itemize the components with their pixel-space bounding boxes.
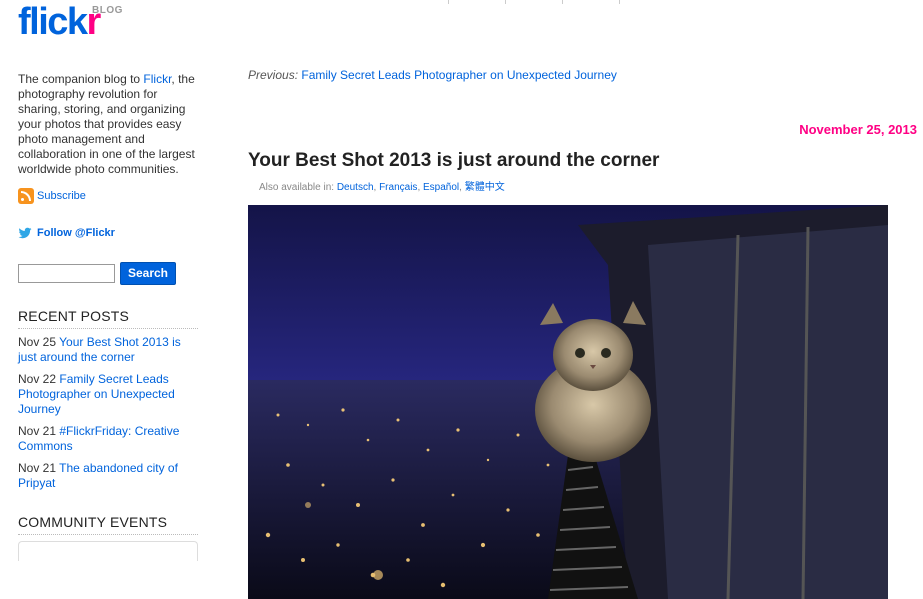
language-links: Also available in: Deutsch, Français, Es…: [259, 182, 505, 193]
post-title[interactable]: Your Best Shot 2013 is just around the c…: [248, 150, 659, 172]
rss-icon: [18, 188, 34, 204]
photo-illustration: [248, 205, 888, 599]
search-input[interactable]: [18, 263, 115, 283]
list-item: Nov 22 Family Secret Leads Photographer …: [18, 372, 175, 416]
subscribe-link[interactable]: Subscribe: [18, 187, 200, 205]
top-nav: [420, 0, 923, 4]
language-link-espanol[interactable]: Español: [423, 182, 459, 193]
top-nav-link[interactable]: [420, 0, 449, 4]
sidebar: The companion blog to Flickr, the photog…: [18, 72, 200, 561]
search-form: Search: [18, 261, 200, 285]
list-item: Nov 21 The abandoned city of Pripyat: [18, 461, 178, 490]
follow-label: Follow @Flickr: [37, 226, 115, 239]
language-link-chinese[interactable]: 繁體中文: [465, 182, 505, 193]
post-date: November 25, 2013: [799, 122, 917, 137]
recent-posts-list: Nov 25 Your Best Shot 2013 is just aroun…: [18, 335, 200, 491]
search-button[interactable]: Search: [120, 261, 176, 285]
recent-posts-heading: RECENT POSTS: [18, 309, 198, 329]
top-nav-link[interactable]: [477, 0, 506, 4]
previous-post-nav: Previous: Family Secret Leads Photograph…: [248, 68, 617, 82]
community-events-box: [18, 541, 198, 561]
hero-photo-cat-on-railing[interactable]: [248, 205, 888, 599]
logo-text: flick: [18, 1, 88, 43]
top-nav-link[interactable]: [591, 0, 620, 4]
language-link-francais[interactable]: Français: [379, 182, 417, 193]
previous-post-link[interactable]: Family Secret Leads Photographer on Unex…: [301, 68, 617, 82]
twitter-bird-icon: [18, 226, 32, 240]
list-item: Nov 21 #FlickrFriday: Creative Commons: [18, 424, 180, 453]
logo-blog-badge: BLOG: [92, 5, 123, 16]
flickr-link[interactable]: Flickr: [143, 72, 171, 86]
flickr-blog-logo[interactable]: flickr BLOG: [18, 1, 122, 43]
list-item: Nov 25 Your Best Shot 2013 is just aroun…: [18, 335, 181, 364]
community-events-heading: COMMUNITY EVENTS: [18, 515, 198, 535]
main-content: Previous: Family Secret Leads Photograph…: [248, 68, 923, 599]
about-text: The companion blog to Flickr, the photog…: [18, 72, 195, 176]
language-link-deutsch[interactable]: Deutsch: [337, 182, 374, 193]
top-nav-link[interactable]: [534, 0, 563, 4]
subscribe-label: Subscribe: [37, 189, 86, 202]
follow-twitter-link[interactable]: Follow @Flickr: [18, 225, 200, 241]
